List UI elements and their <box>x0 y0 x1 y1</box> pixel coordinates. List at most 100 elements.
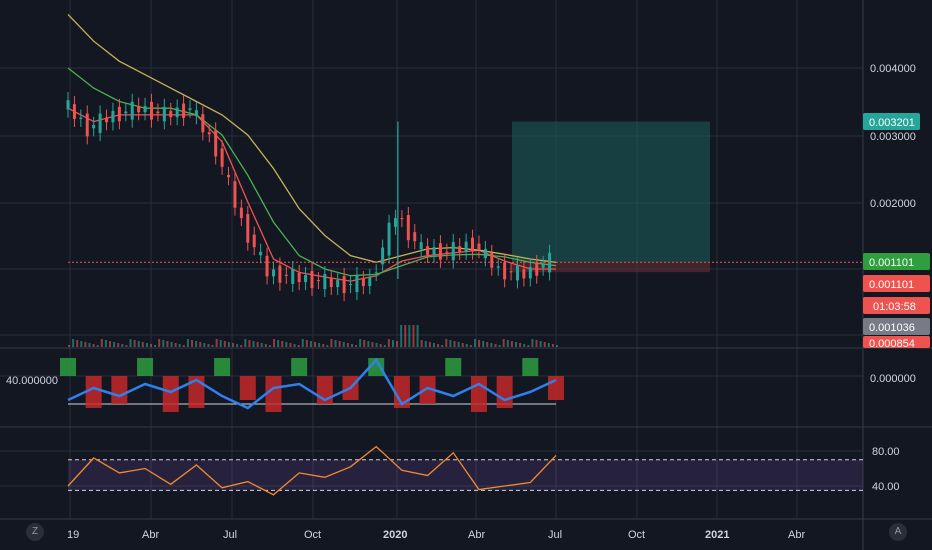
volume-bar <box>465 344 468 347</box>
candle-body <box>451 242 455 261</box>
volume-bar <box>342 342 345 347</box>
volume-bar <box>137 341 140 347</box>
candle-body <box>483 248 487 259</box>
candle-body <box>374 272 378 274</box>
volume-bar <box>490 343 493 347</box>
volume-bar <box>191 340 194 347</box>
volume-bar <box>359 339 362 347</box>
candle-body <box>162 106 166 122</box>
volume-bar <box>289 343 292 347</box>
volume-bar <box>547 343 550 347</box>
volume-bar <box>100 339 103 347</box>
volume-bar <box>322 344 325 347</box>
volume-bar <box>133 340 136 347</box>
volume-bar <box>256 342 259 347</box>
volume-bar <box>543 342 546 347</box>
volume-bar <box>281 341 284 347</box>
candle-body <box>304 275 308 283</box>
zoom-button[interactable]: Z <box>26 523 44 541</box>
candle-body <box>316 280 320 282</box>
volume-bar <box>330 339 333 347</box>
candle-body <box>98 113 102 133</box>
candle-body <box>194 110 198 117</box>
volume-bar <box>531 339 534 347</box>
oscillator-histogram-bar <box>291 358 308 376</box>
candle-body <box>291 269 295 284</box>
volume-bar <box>268 345 271 347</box>
auto-scale-button[interactable]: A <box>889 523 907 541</box>
candle-body <box>156 111 160 114</box>
volume-bar <box>182 345 185 347</box>
volume-bar <box>264 344 267 347</box>
volume-bar <box>416 325 419 347</box>
volume-bar <box>236 344 239 347</box>
volume-bar <box>104 340 107 347</box>
trading-chart[interactable]: 0.004000 0.003000 0.002000 0.003201 0.00… <box>0 0 932 550</box>
volume-bar <box>232 343 235 347</box>
last-price-label: 0.001101 <box>869 279 914 291</box>
time-axis-label: Abr <box>142 529 159 541</box>
volume-bar <box>178 344 181 347</box>
entry-price-label: 0.001101 <box>869 257 914 269</box>
candle-body <box>227 174 231 178</box>
oscillator-histogram-bar <box>137 358 154 376</box>
candle-body <box>72 104 76 119</box>
volume-bar <box>223 341 226 347</box>
volume-bar <box>375 343 378 347</box>
candle-body <box>445 251 449 253</box>
volume-bar <box>109 341 112 347</box>
volume-bar <box>412 325 415 347</box>
candle-body <box>535 262 539 276</box>
oscillator-histogram-bar <box>111 376 128 404</box>
candle-body <box>355 275 359 293</box>
volume-bar <box>125 345 128 347</box>
candle-body <box>464 241 468 252</box>
candle-body <box>233 181 237 208</box>
volume-bar <box>391 340 394 347</box>
volume-bar <box>428 342 431 347</box>
candle-body <box>342 276 346 294</box>
oscillator-histogram-bar <box>522 358 539 376</box>
volume-bar <box>445 339 448 347</box>
volume-bar <box>76 340 79 347</box>
candle-body <box>105 117 109 123</box>
candle-body <box>496 266 500 268</box>
volume-bar <box>244 339 247 347</box>
candle-body <box>400 218 404 220</box>
candle-body <box>124 111 128 114</box>
position-profit-zone[interactable] <box>512 121 710 263</box>
volume-bar <box>408 325 411 347</box>
candle-body <box>310 271 314 289</box>
volume-bar <box>203 343 206 347</box>
volume-bar <box>350 344 353 347</box>
volume-bar <box>248 340 251 347</box>
volume-bar <box>293 344 296 347</box>
time-axis-label: 19 <box>67 529 79 541</box>
candle-body <box>252 234 256 248</box>
candle-body <box>265 255 269 277</box>
volume-bar <box>437 344 440 347</box>
candle-body <box>85 113 89 137</box>
volume-bar <box>305 340 308 347</box>
volume-bar <box>145 343 148 347</box>
oscillator-histogram-bar <box>239 376 256 400</box>
volume-bar <box>121 344 124 347</box>
oscillator-histogram-bar <box>496 376 513 408</box>
volume-bar <box>469 345 472 347</box>
candle-body <box>66 100 70 110</box>
volume-bar <box>482 341 485 347</box>
volume-bar <box>84 342 87 347</box>
candle-body <box>522 269 526 279</box>
oscillator-histogram-bar <box>214 358 231 376</box>
target-price-label: 0.003201 <box>869 117 915 129</box>
time-axis-label: Jul <box>548 529 562 541</box>
volume-bar <box>154 345 157 347</box>
volume-bar <box>424 341 427 347</box>
volume-bar <box>158 339 161 347</box>
candle-body <box>438 243 442 260</box>
oscillator-histogram-bar <box>445 358 462 376</box>
volume-bar <box>400 325 403 347</box>
volume-bar <box>227 342 230 347</box>
volume-bar <box>355 345 358 347</box>
volume-bar <box>556 345 558 347</box>
